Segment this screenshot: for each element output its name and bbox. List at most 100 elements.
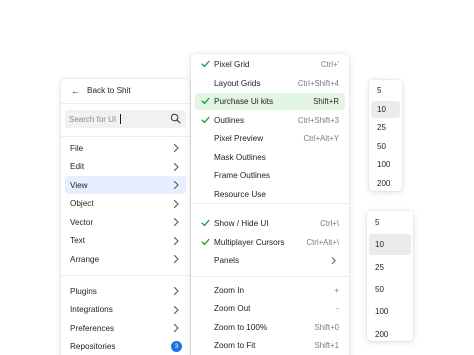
view-item-frame-outlines[interactable]: Frame Outlines — [195, 167, 345, 184]
main-menu-panel: ← Back to Shit File Edit View Object Vector T… — [61, 79, 190, 355]
chevron-right-icon — [173, 143, 179, 153]
view-item-show-hide-ui[interactable]: Show / Hide UI Ctrl+\ — [195, 215, 345, 232]
menu-item-label: Object — [70, 199, 94, 208]
chevron-right-icon — [173, 162, 179, 171]
check-icon — [201, 219, 210, 227]
menu-item-label: Vector — [70, 217, 94, 227]
text-caret — [120, 114, 121, 124]
zoom-option-5[interactable]: 5 — [369, 212, 411, 233]
menu-item-label: Preferences — [70, 323, 115, 333]
zoom-option-label: 50 — [375, 284, 384, 294]
zoom-option-100[interactable]: 100 — [371, 156, 400, 173]
menu-item-preferences[interactable]: Preferences — [65, 319, 186, 337]
menu-item-label: Arrange — [70, 254, 100, 264]
view-item-label: Purchase Ui kits — [214, 97, 274, 106]
view-item-zoom-in[interactable]: Zoom In + — [195, 282, 345, 299]
zoom-level-list-expanded: 5 10 25 50 100 200 — [367, 211, 413, 341]
menu-item-label: Plugins — [70, 286, 97, 296]
shortcut-hint: Shift+0 — [314, 322, 340, 332]
view-item-layout-grids[interactable]: Layout Grids Ctrl+Shift+4 — [195, 75, 345, 92]
view-item-panels[interactable]: Panels — [195, 252, 345, 269]
zoom-option-label: 100 — [377, 160, 391, 169]
shortcut-hint: Ctrl+Alt+\ — [306, 237, 340, 247]
chevron-right-icon — [173, 217, 179, 227]
search-field[interactable] — [65, 110, 186, 128]
view-item-purchase-ui-kits[interactable]: Purchase Ui kits Shift+R — [195, 93, 345, 110]
divider — [61, 103, 190, 104]
menu-item-label: Text — [70, 236, 86, 245]
view-submenu-panel: Pixel Grid Ctrl+' Layout Grids Ctrl+Shift+4… — [191, 54, 349, 355]
chevron-right-icon — [173, 199, 179, 208]
view-item-label: Show / Hide UI — [214, 219, 269, 228]
check-icon — [201, 97, 210, 105]
zoom-option-10[interactable]: 10 — [369, 234, 411, 256]
check-icon — [201, 116, 210, 123]
menu-item-label: View — [70, 180, 88, 190]
zoom-option-label: 100 — [375, 307, 389, 317]
view-item-zoom-to-fit[interactable]: Zoom to Fit Shift+1 — [195, 337, 345, 354]
view-item-multiplayer-cursors[interactable]: Multiplayer Cursors Ctrl+Alt+\ — [195, 234, 345, 251]
count-badge: 3 — [171, 340, 182, 352]
search-icon[interactable] — [170, 113, 181, 124]
view-item-zoom-to-100[interactable]: Zoom to 100% Shift+0 — [195, 319, 345, 336]
zoom-option-25[interactable]: 25 — [369, 257, 411, 278]
divider — [191, 203, 349, 204]
view-item-resource-use[interactable]: Resource Use — [195, 186, 345, 203]
zoom-option-label: 200 — [375, 329, 389, 339]
view-item-label: Outlines — [214, 115, 245, 125]
view-item-outlines[interactable]: Outlines Ctrl+Shift+3 — [195, 112, 345, 129]
menu-item-label: File — [70, 143, 84, 153]
view-item-label: Layout Grids — [214, 78, 261, 88]
view-item-zoom-out[interactable]: Zoom Out - — [195, 300, 345, 317]
zoom-option-5[interactable]: 5 — [371, 82, 400, 99]
shortcut-hint: - — [336, 304, 339, 313]
shortcut-hint: + — [334, 285, 339, 295]
back-button[interactable]: ← Back to Shit — [61, 79, 190, 102]
search-input[interactable] — [69, 114, 169, 124]
zoom-option-100[interactable]: 100 — [369, 301, 411, 322]
check-icon — [201, 238, 210, 245]
zoom-option-25[interactable]: 25 — [371, 119, 400, 136]
menu-item-object[interactable]: Object — [65, 195, 186, 213]
chevron-right-icon — [331, 256, 336, 265]
menu-item-plugins[interactable]: Plugins — [65, 282, 186, 300]
view-item-label: Zoom to 100% — [214, 322, 268, 332]
chevron-right-icon — [173, 180, 179, 190]
zoom-option-label: 25 — [375, 262, 384, 272]
zoom-option-200[interactable]: 200 — [369, 324, 411, 345]
menu-item-label: Integrations — [70, 305, 113, 314]
zoom-level-list: 5 10 25 50 100 200 — [369, 80, 402, 191]
zoom-option-50[interactable]: 50 — [369, 279, 411, 300]
menu-item-text[interactable]: Text — [65, 232, 186, 250]
menu-item-label: Edit — [70, 162, 85, 171]
shortcut-hint: Ctrl+' — [320, 60, 339, 69]
view-item-pixel-preview[interactable]: Pixel Preview Ctrl+Alt+Y — [195, 130, 345, 147]
zoom-option-10[interactable]: 10 — [371, 100, 400, 118]
arrow-left-icon: ← — [71, 85, 80, 96]
view-item-pixel-grid[interactable]: Pixel Grid Ctrl+' — [195, 56, 345, 73]
zoom-option-label: 10 — [375, 240, 384, 250]
view-item-label: Zoom Out — [214, 304, 251, 313]
menu-item-label: Repositories — [70, 342, 116, 351]
divider — [61, 275, 190, 276]
menu-item-integrations[interactable]: Integrations — [65, 301, 186, 319]
menu-item-repositories[interactable]: Repositories 3 — [65, 338, 186, 355]
menu-item-edit[interactable]: Edit — [65, 158, 186, 176]
view-item-mask-outlines[interactable]: Mask Outlines — [195, 149, 345, 166]
view-item-label: Multiplayer Cursors — [214, 237, 285, 247]
zoom-option-50[interactable]: 50 — [371, 138, 400, 155]
shortcut-hint: Shift+1 — [314, 341, 340, 350]
back-label: Back to Shit — [87, 86, 131, 95]
menu-item-arrange[interactable]: Arrange — [65, 250, 186, 268]
shortcut-hint: Ctrl+\ — [320, 219, 339, 228]
menu-item-file[interactable]: File — [65, 139, 186, 157]
divider — [191, 276, 349, 277]
view-item-label: Pixel Grid — [214, 60, 250, 69]
zoom-option-200[interactable]: 200 — [371, 175, 400, 192]
view-item-label: Resource Use — [214, 189, 266, 199]
menu-item-vector[interactable]: Vector — [65, 213, 186, 231]
menu-item-view[interactable]: View — [65, 176, 186, 194]
shortcut-hint: Ctrl+Shift+3 — [297, 115, 339, 125]
zoom-option-label: 10 — [377, 104, 386, 114]
view-item-label: Panels — [214, 256, 240, 265]
